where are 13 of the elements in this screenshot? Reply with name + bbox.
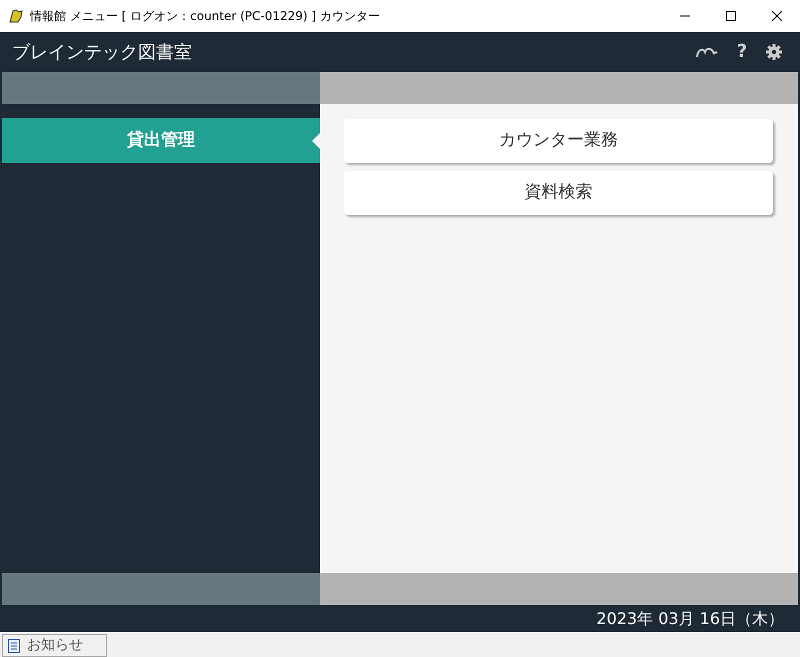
help-icon[interactable]: ? [736,43,748,61]
maximize-icon [726,11,736,21]
app-title: ブレインテック図書室 [12,40,192,64]
notice-tab[interactable]: お知らせ [2,634,107,657]
close-icon [772,11,782,21]
menu-button[interactable]: 資料検索 [344,171,773,215]
document-icon [7,638,21,652]
window-title: 情報館 メニュー [ ログオン：counter (PC-01229) ] カウンター [30,8,380,25]
date-text: 2023年 03月 16日（木） [596,608,784,630]
app-icon [8,8,24,24]
menu-button[interactable]: カウンター業務 [344,119,773,163]
arch-icon[interactable] [696,46,718,58]
settings-icon[interactable] [766,44,782,60]
